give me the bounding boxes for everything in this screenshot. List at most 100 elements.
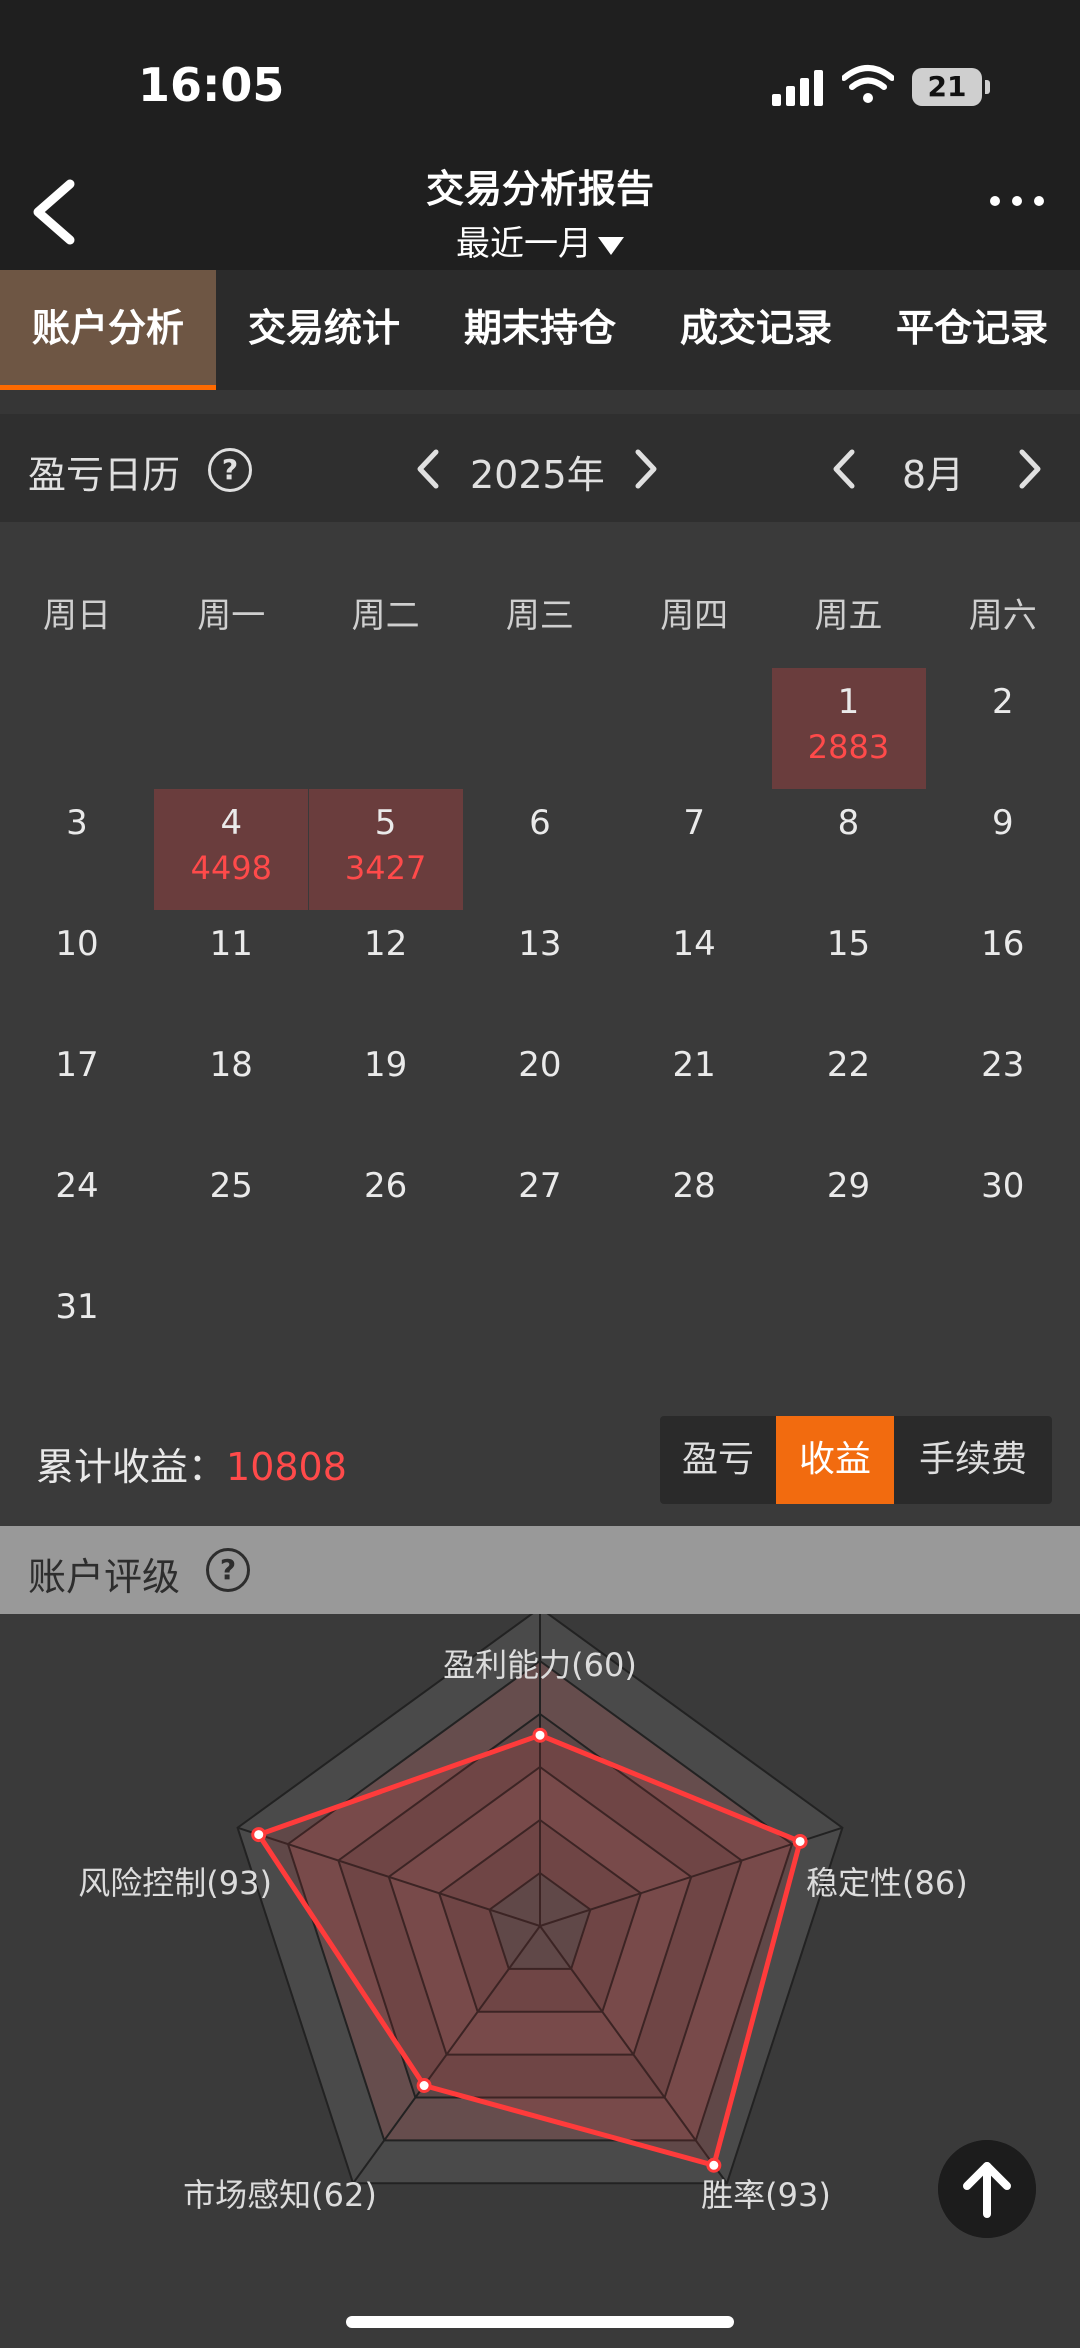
calendar-day[interactable]: 30: [926, 1152, 1080, 1273]
radar-point: [706, 2157, 722, 2173]
calendar-day[interactable]: 4 4498: [154, 789, 309, 910]
calendar-day[interactable]: 16: [926, 910, 1080, 1031]
day-number: 5: [374, 803, 397, 843]
toggle-option-1[interactable]: 盈亏: [660, 1416, 776, 1504]
weekday-label: 周四: [660, 596, 729, 636]
day-number: 16: [981, 924, 1025, 964]
calendar-day[interactable]: 5 3427: [308, 789, 463, 910]
more-icon[interactable]: [990, 196, 1044, 208]
calendar-day[interactable]: 31: [0, 1273, 154, 1394]
cellular-signal-icon: [772, 70, 826, 106]
day-number: 4: [220, 803, 243, 843]
calendar-day[interactable]: 24: [0, 1152, 154, 1273]
day-number: 9: [991, 803, 1014, 843]
day-number: 23: [981, 1045, 1025, 1085]
radar-label: 市场感知(62): [183, 2176, 377, 2214]
tab-1[interactable]: 账户分析: [0, 270, 216, 390]
calendar-day[interactable]: 8: [772, 789, 926, 910]
next-year-icon[interactable]: [632, 448, 660, 490]
day-number: 13: [518, 924, 562, 964]
day-number: 6: [529, 803, 551, 843]
calendar-day[interactable]: 11: [154, 910, 308, 1031]
calendar-day[interactable]: 3: [0, 789, 154, 910]
calendar-day[interactable]: 23: [926, 1031, 1080, 1152]
battery-icon: 21: [912, 68, 990, 106]
day-number: 19: [363, 1045, 408, 1085]
radar-point: [792, 1833, 808, 1849]
cumulative-summary: 累计收益：10808: [36, 1436, 347, 1491]
caret-down-icon: [598, 236, 624, 255]
calendar-day[interactable]: 18: [154, 1031, 308, 1152]
day-number: 21: [672, 1045, 716, 1085]
calendar-day[interactable]: 14: [617, 910, 771, 1031]
weekday-label: 周六: [968, 596, 1037, 636]
help-icon[interactable]: ?: [208, 448, 252, 492]
calendar-day[interactable]: 13: [463, 910, 617, 1031]
day-number: 28: [672, 1166, 716, 1206]
weekday-label: 周五: [814, 596, 883, 636]
calendar-day[interactable]: 27: [463, 1152, 617, 1273]
calendar-day[interactable]: 20: [463, 1031, 617, 1152]
day-number: 27: [518, 1166, 562, 1206]
month-label: 8月: [902, 453, 965, 497]
cumulative-value: 10808: [226, 1445, 347, 1489]
day-number: 2: [991, 682, 1014, 722]
weekday-label: 周一: [197, 596, 266, 636]
weekday-label: 周二: [351, 596, 420, 636]
calendar-day[interactable]: 25: [154, 1152, 308, 1273]
wifi-icon: [842, 65, 894, 103]
calendar-day[interactable]: 21: [617, 1031, 771, 1152]
tab-5[interactable]: 平仓记录: [864, 270, 1080, 390]
prev-year-icon[interactable]: [414, 448, 442, 490]
divider: [0, 390, 1080, 414]
calendar-day[interactable]: 2: [926, 668, 1080, 789]
calendar-day[interactable]: 15: [772, 910, 926, 1031]
tab-3[interactable]: 期末持仓: [432, 270, 648, 390]
toggle-option-3[interactable]: 手续费: [894, 1416, 1052, 1504]
calendar-day[interactable]: 22: [772, 1031, 926, 1152]
day-number: 15: [826, 924, 871, 964]
toggle-option-2[interactable]: 收益: [776, 1416, 894, 1504]
battery-level: 21: [927, 70, 967, 103]
calendar-day[interactable]: 12: [309, 910, 463, 1031]
metric-toggle: 盈亏 收益 手续费: [660, 1416, 1052, 1504]
day-number: 24: [55, 1166, 99, 1206]
period-selector[interactable]: 最近一月: [0, 216, 1080, 265]
day-number: 7: [683, 803, 705, 843]
calendar-day[interactable]: 17: [0, 1031, 154, 1152]
day-number: 3: [66, 803, 88, 843]
calendar-grid: 周日 周一 周二 周三 周四 周五 周六 1 2883 2 3 4 4498 5 3427 6 7 8 9 10 11 1…: [0, 522, 1080, 1402]
status-time: 16:05: [138, 58, 285, 112]
rating-radar-chart: 盈利能力(60) 稳定性(86) 胜率(93) 市场感知(62) 风险控制(93): [78, 1614, 968, 2214]
calendar-day[interactable]: 19: [309, 1031, 463, 1152]
day-number: 26: [363, 1166, 408, 1206]
calendar-day[interactable]: 1 2883: [771, 668, 926, 789]
year-label: 2025年: [470, 453, 605, 497]
tab-4[interactable]: 成交记录: [648, 270, 864, 390]
period-label: 最近一月: [456, 224, 592, 264]
prev-month-icon[interactable]: [830, 448, 858, 490]
rating-help-icon[interactable]: ?: [206, 1548, 250, 1592]
day-number: 30: [981, 1166, 1025, 1206]
calendar-day[interactable]: 9: [926, 789, 1080, 910]
scroll-top-button[interactable]: [938, 2140, 1036, 2238]
day-number: 31: [55, 1287, 99, 1327]
calendar-day[interactable]: 7: [617, 789, 771, 910]
day-number: 11: [209, 924, 253, 964]
page-title: 交易分析报告: [425, 167, 654, 211]
radar-point: [532, 1727, 548, 1743]
calendar-day[interactable]: 28: [617, 1152, 771, 1273]
rating-title: 账户评级: [28, 1555, 181, 1599]
rating-header: 账户评级 ?: [0, 1526, 1080, 1614]
tab-bar: 账户分析 交易统计 期末持仓 成交记录 平仓记录: [0, 270, 1080, 390]
day-number: 8: [837, 803, 860, 843]
calendar-day[interactable]: 29: [772, 1152, 926, 1273]
next-month-icon[interactable]: [1016, 448, 1044, 490]
tab-2[interactable]: 交易统计: [216, 270, 432, 390]
calendar-day[interactable]: 6: [463, 789, 617, 910]
top-bar: 16:05 21 交易分析报告 最近一月: [0, 0, 1080, 270]
calendar-day[interactable]: 26: [309, 1152, 463, 1273]
calendar-header: 盈亏日历 ? 2025年 8月: [0, 414, 1080, 522]
calendar-day[interactable]: 10: [0, 910, 154, 1031]
day-pnl: 4498: [190, 849, 273, 887]
